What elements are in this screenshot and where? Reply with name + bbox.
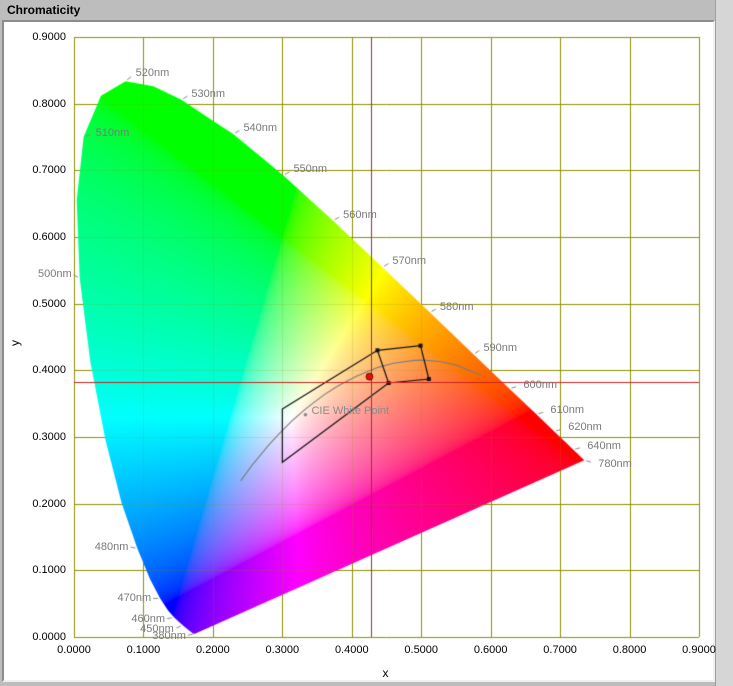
scrollbar-track[interactable]: [715, 0, 733, 686]
window-titlebar: Chromaticity: [0, 0, 733, 20]
chromaticity-window: Chromaticity x y CIE White Point 0.00000…: [0, 0, 733, 686]
chromaticity-canvas[interactable]: [4, 22, 713, 680]
chart-panel: x y CIE White Point 0.00000.00000.10000.…: [2, 20, 715, 682]
window-title: Chromaticity: [7, 3, 80, 17]
